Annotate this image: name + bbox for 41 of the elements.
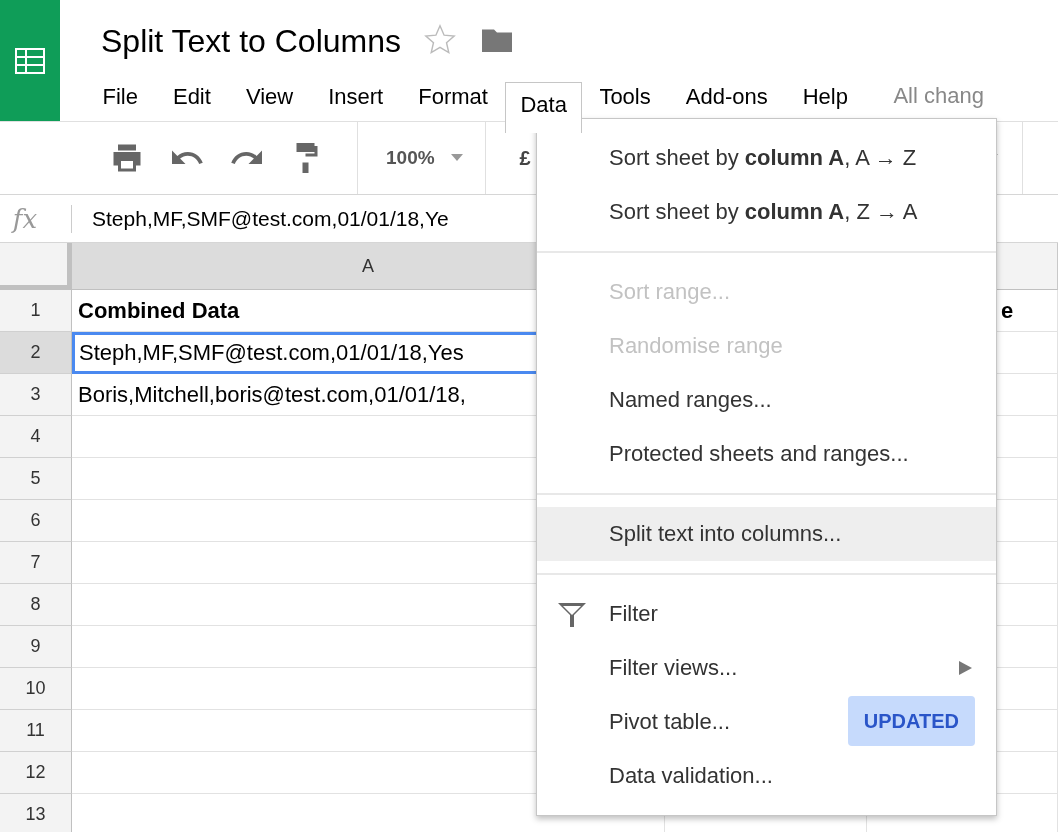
formula-label: fx (10, 203, 39, 234)
row-header[interactable]: 1 (0, 290, 72, 332)
menu-item[interactable]: Split text into columns... (537, 507, 996, 561)
menu-tab[interactable]: Insert (310, 83, 401, 121)
menu-item[interactable]: Filter views... (537, 641, 996, 695)
updated-badge: UPDATED (847, 696, 975, 746)
document-title[interactable]: Split Text to Columns (101, 23, 401, 61)
menu-tab[interactable]: Data (505, 82, 582, 133)
row-header[interactable]: 11 (0, 710, 72, 752)
menu-item[interactable]: Sort sheet by column A, Z → A (537, 185, 996, 239)
menu-tab[interactable]: Help (785, 83, 866, 121)
row-header[interactable]: 9 (0, 626, 72, 668)
row-header[interactable]: 13 (0, 794, 72, 832)
zoom-dropdown[interactable]: 100% (368, 147, 451, 169)
row-header[interactable]: 5 (0, 458, 72, 500)
caret-icon[interactable] (450, 154, 463, 162)
row-header[interactable]: 7 (0, 542, 72, 584)
currency-button[interactable]: £ (495, 146, 531, 170)
row-header[interactable]: 10 (0, 668, 72, 710)
menu-tab[interactable]: File (85, 83, 156, 121)
filter-icon (557, 602, 587, 628)
menu-tab[interactable]: View (228, 83, 311, 121)
row-header[interactable]: 4 (0, 416, 72, 458)
sheets-logo-icon[interactable] (0, 0, 60, 121)
menu-tab[interactable]: Tools (581, 83, 669, 121)
row-header[interactable]: 2 (0, 332, 72, 374)
save-status: All chang (892, 83, 984, 110)
menu-tab[interactable]: Add-ons (668, 83, 786, 121)
submenu-arrow-icon (958, 661, 972, 675)
row-header[interactable]: 8 (0, 584, 72, 626)
row-header[interactable]: 12 (0, 752, 72, 794)
menu-item[interactable]: Protected sheets and ranges... (537, 427, 996, 481)
menu-item[interactable]: Pivot table... UPDATED (537, 695, 996, 749)
row-header[interactable]: 3 (0, 374, 72, 416)
menu-item[interactable]: Filter (537, 587, 996, 641)
menu-tab[interactable]: Edit (155, 83, 229, 121)
row-header[interactable]: 6 (0, 500, 72, 542)
menu-tab[interactable]: Format (400, 83, 506, 121)
formula-field[interactable]: Steph,MF,SMF@test.com,01/01/18,Ye (92, 206, 449, 231)
menu-item[interactable]: Sort sheet by column A, A → Z (537, 131, 996, 185)
menu-item[interactable]: Data validation... (537, 749, 996, 803)
